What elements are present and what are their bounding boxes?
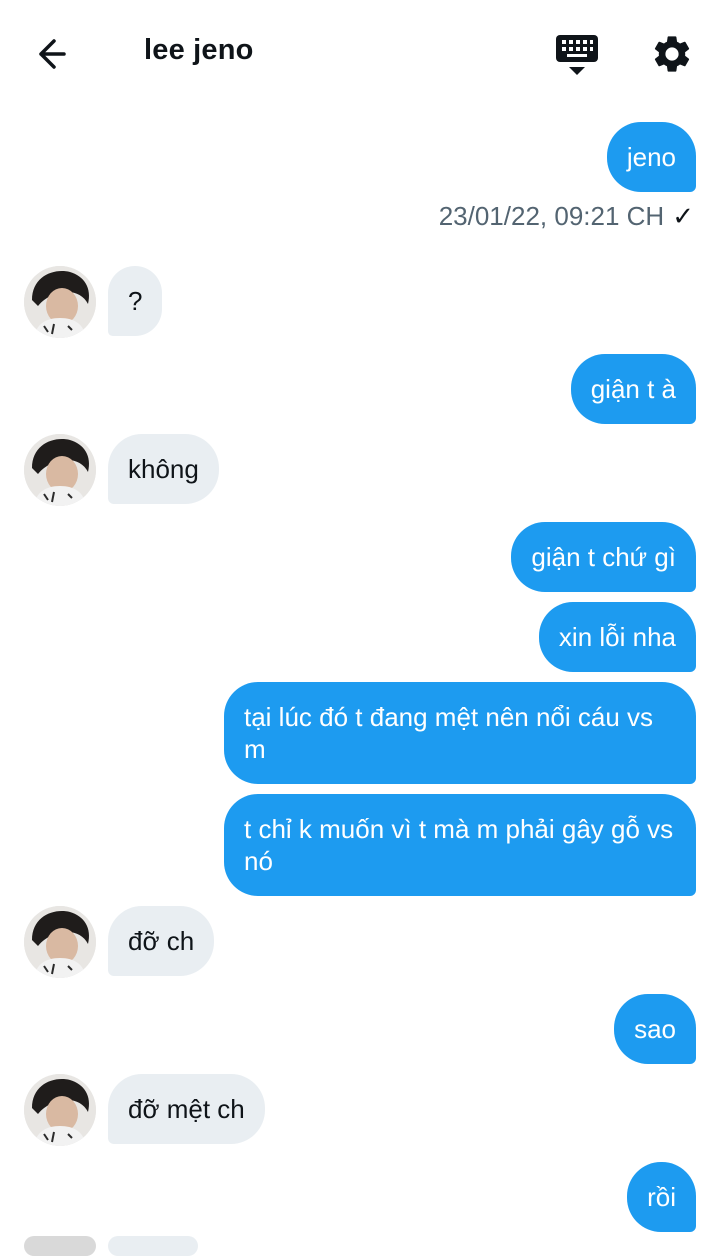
avatar[interactable] <box>24 434 96 506</box>
message-bubble-incoming[interactable]: đỡ mệt ch <box>108 1074 265 1144</box>
message-bubble-outgoing[interactable]: t chỉ k muốn vì t mà m phải gây gỗ vs nó <box>224 794 696 896</box>
chat-header: lee jeno <box>0 0 720 106</box>
message-bubble-outgoing[interactable]: giận t chứ gì <box>511 522 696 592</box>
contact-name[interactable]: lee jeno <box>144 34 254 67</box>
avatar[interactable] <box>24 906 96 978</box>
message-bubble-incoming[interactable]: ? <box>108 266 163 336</box>
message-bubble-outgoing[interactable]: jeno <box>606 122 696 192</box>
message-bubble-incoming[interactable]: đỡ ch <box>108 906 215 976</box>
keyboard-icon <box>556 35 598 75</box>
message-bubble-outgoing[interactable]: xin lỗi nha <box>538 602 696 672</box>
timestamp-text: 23/01/22, 09:21 CH <box>438 201 665 231</box>
gear-icon <box>654 36 690 72</box>
settings-button[interactable] <box>650 32 694 76</box>
message-bubble-partial <box>108 1236 198 1256</box>
message-bubble-outgoing[interactable]: tại lúc đó t đang mệt nên nổi cáu vs m <box>224 682 696 784</box>
message-timestamp: 23/01/22, 09:21 CH ✓ <box>439 201 694 232</box>
avatar-image <box>24 434 96 506</box>
avatar-partial <box>24 1236 96 1256</box>
avatar-image <box>24 266 96 338</box>
message-bubble-incoming[interactable]: không <box>108 434 219 504</box>
avatar-image <box>24 1074 96 1146</box>
avatar[interactable] <box>24 266 96 338</box>
avatar[interactable] <box>24 1074 96 1146</box>
message-bubble-outgoing[interactable]: rồi <box>627 1162 696 1232</box>
message-bubble-outgoing[interactable]: giận t à <box>570 354 696 424</box>
avatar-image <box>24 906 96 978</box>
back-button[interactable] <box>34 34 78 74</box>
message-bubble-outgoing[interactable]: sao <box>614 994 696 1064</box>
arrow-left-icon <box>39 39 66 69</box>
keyboard-button[interactable] <box>554 32 600 78</box>
sent-check-icon: ✓ <box>672 201 694 231</box>
